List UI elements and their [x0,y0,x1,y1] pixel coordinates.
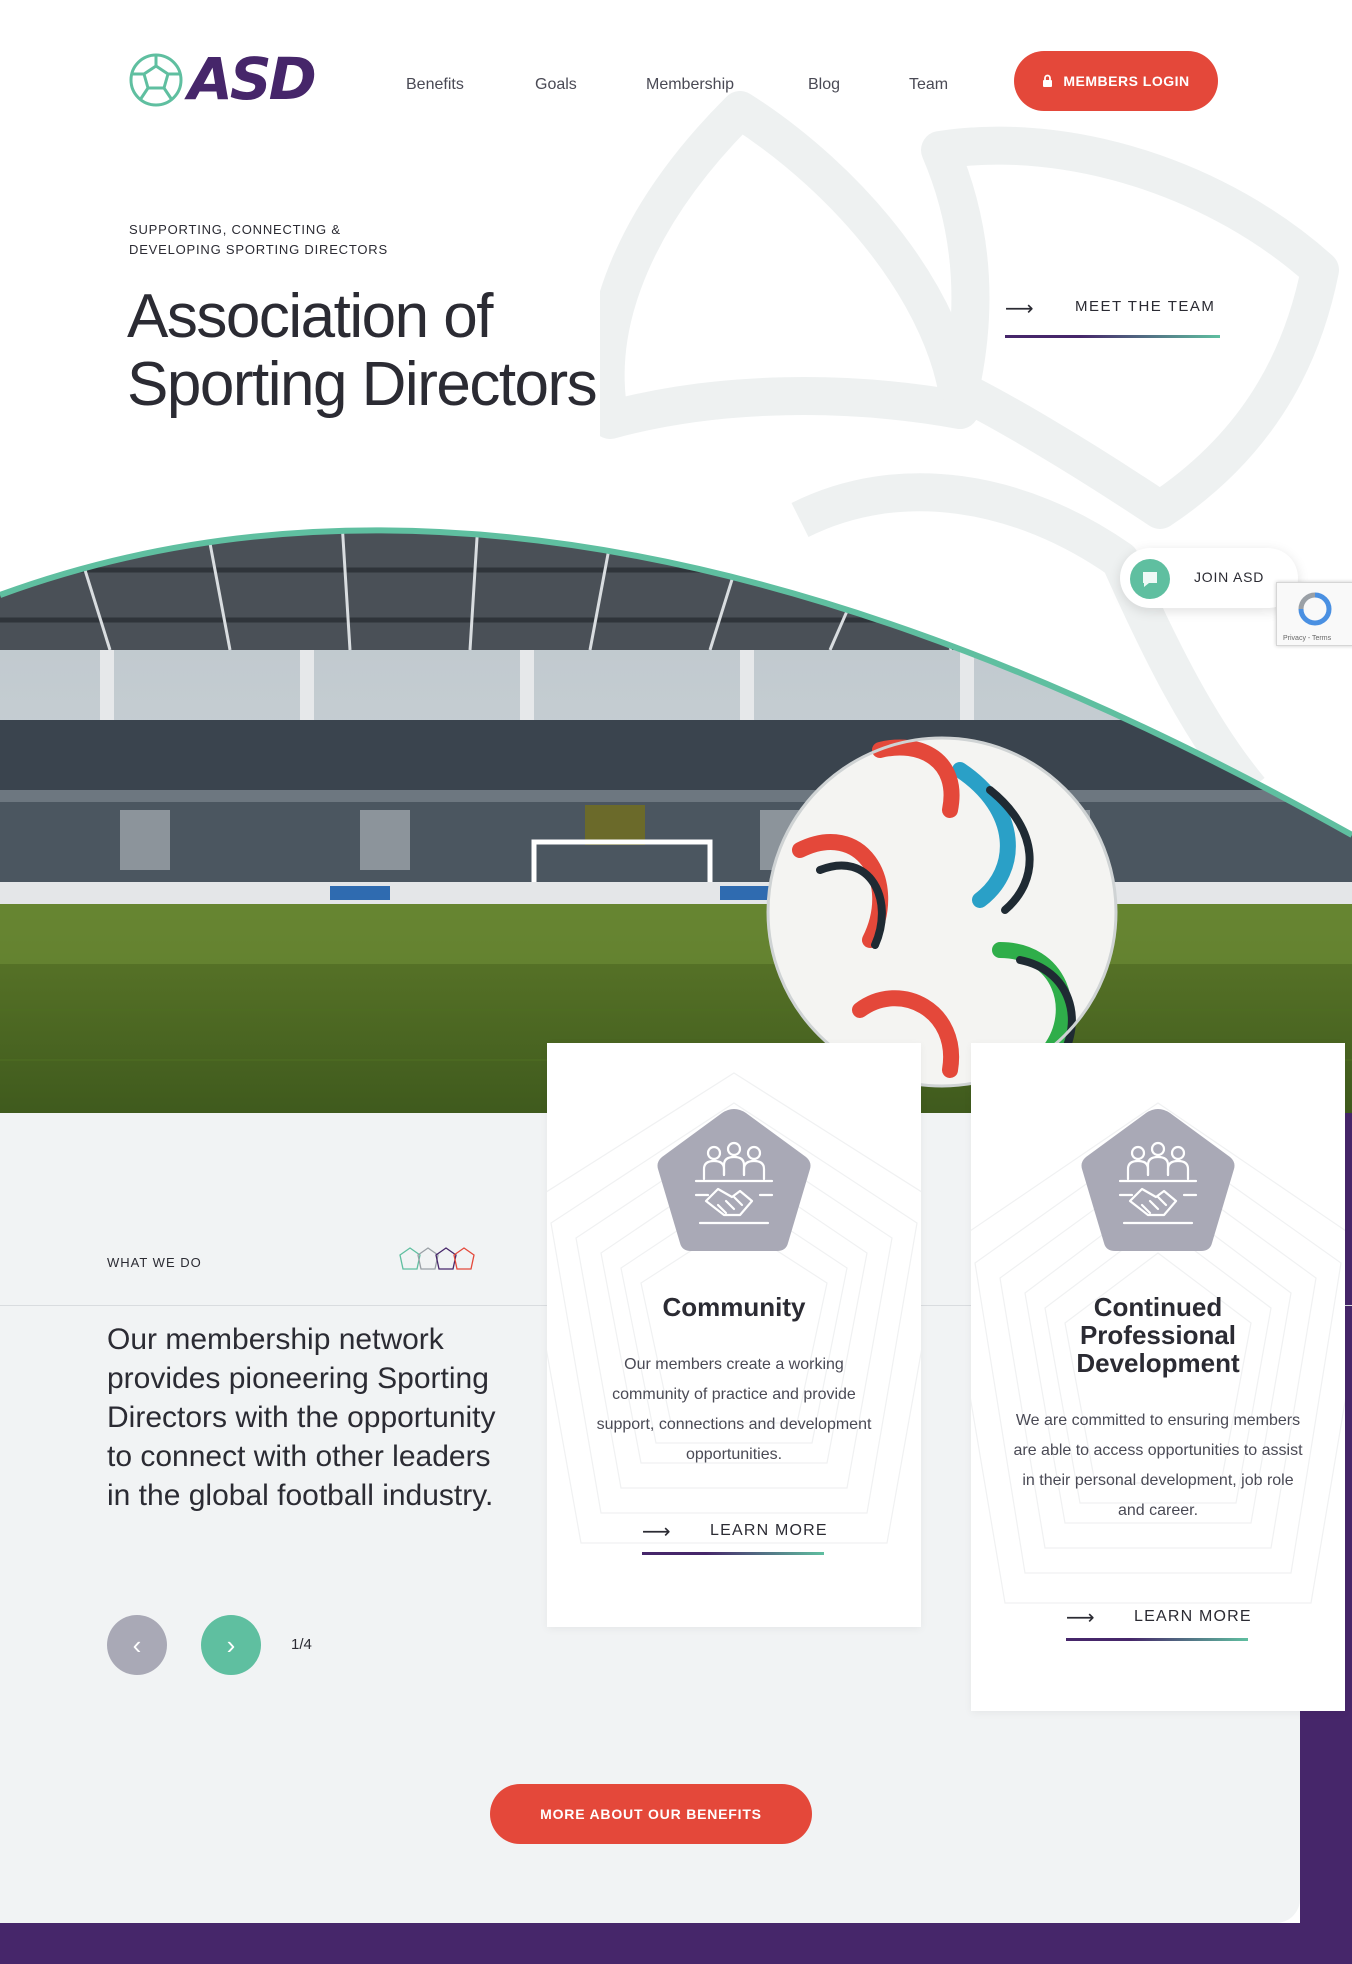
page-title: Association of Sporting Directors [127,283,687,419]
learn-more-link-cpd[interactable]: ⟶ LEARN MORE [1066,1601,1251,1641]
hero-tagline-line1: SUPPORTING, CONNECTING & [129,222,341,237]
nav-benefits[interactable]: Benefits [406,76,464,94]
recaptcha-text: Privacy - Terms [1283,635,1332,642]
members-login-label: MEMBERS LOGIN [1063,73,1190,89]
logo[interactable]: ASD [128,45,348,113]
arrow-right-icon: ⟶ [1066,1607,1095,1629]
meet-the-team-label: MEET THE TEAM [1075,298,1216,315]
learn-more-label: LEARN MORE [710,1522,828,1539]
learn-more-link-community[interactable]: ⟶ LEARN MORE [642,1515,827,1555]
nav-team[interactable]: Team [909,76,948,94]
benefit-card-cpd: Continued Professional Development We ar… [971,1043,1345,1711]
link-underline [1066,1638,1248,1641]
what-we-do-eyebrow: WHAT WE DO [107,1255,202,1270]
hero-tagline: SUPPORTING, CONNECTING & DEVELOPING SPOR… [129,220,449,260]
arrow-right-icon: ⟶ [642,1521,671,1543]
card-title-cpd-line3: Development [1076,1348,1240,1378]
benefit-card-community: Community Our members create a working c… [547,1043,921,1627]
team-handshake-icon [1081,1109,1235,1251]
chevron-left-icon: ‹ [132,1629,142,1660]
page-title-line1: Association of [127,282,494,351]
recaptcha-badge[interactable]: Privacy - Terms [1276,582,1352,646]
nav-membership[interactable]: Membership [646,76,734,94]
link-underline [642,1552,824,1555]
team-handshake-icon [657,1109,811,1251]
carousel-pager: 1/4 [291,1636,312,1653]
join-asd-widget[interactable]: JOIN ASD [1120,548,1298,608]
recaptcha-icon [1298,592,1332,626]
nav-blog[interactable]: Blog [808,76,840,94]
hero-tagline-line2: DEVELOPING SPORTING DIRECTORS [129,242,388,257]
meet-the-team-link[interactable]: ⟶ MEET THE TEAM [1005,290,1220,338]
link-underline [1005,335,1220,338]
join-asd-label: JOIN ASD [1194,569,1265,585]
more-about-benefits-button[interactable]: MORE ABOUT OUR BENEFITS [490,1784,812,1844]
card-title-cpd-line1: Continued [1093,1292,1223,1322]
card-title-community: Community [662,1292,806,1322]
carousel-next-button[interactable]: › [201,1615,261,1675]
pentagons-icon [399,1247,475,1270]
card-title-cpd-line2: Professional [1079,1320,1237,1350]
logo-wordmark: ASD [188,45,317,113]
what-we-do-copy: Our membership network provides pioneeri… [107,1323,496,1512]
chat-bubble-icon [1130,559,1170,599]
purple-footer-band [0,1923,1352,1964]
carousel-prev-button[interactable]: ‹ [107,1615,167,1675]
card-description-community: Our members create a working community o… [596,1356,872,1463]
page-title-line2: Sporting Directors [127,350,598,419]
chevron-right-icon: › [226,1629,236,1660]
nav-goals[interactable]: Goals [535,76,577,94]
card-description-cpd: We are committed to ensuring members are… [1013,1412,1303,1519]
learn-more-label: LEARN MORE [1134,1608,1252,1625]
members-login-button[interactable]: MEMBERS LOGIN [1014,51,1218,111]
more-about-benefits-label: MORE ABOUT OUR BENEFITS [540,1806,762,1822]
arrow-right-icon: ⟶ [1005,298,1034,320]
logo-icon [129,53,183,107]
card-title-cpd: Continued Professional Development [971,1293,1345,1377]
lock-icon [1043,74,1053,87]
